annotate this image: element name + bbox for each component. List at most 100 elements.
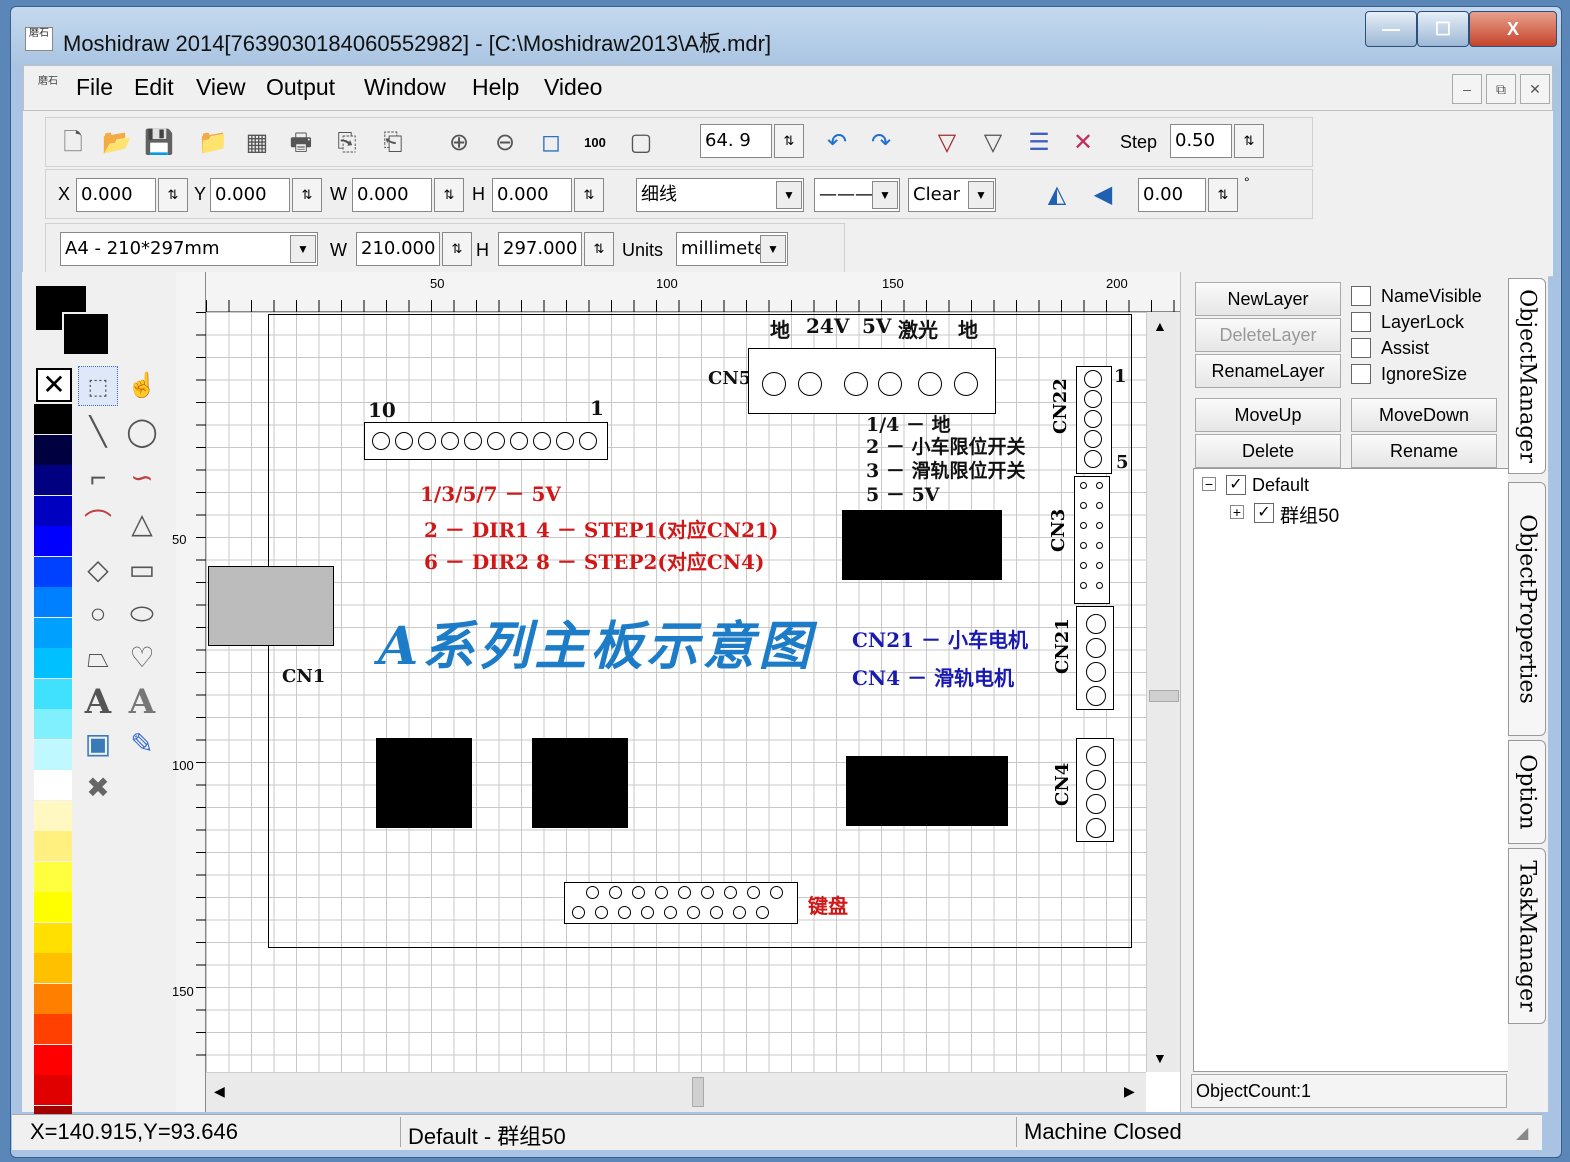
move-down-button[interactable]: MoveDown [1351, 398, 1497, 432]
color-swatch[interactable] [34, 678, 72, 709]
vertical-scrollbar[interactable]: ▲ ▼ [1146, 312, 1180, 1072]
move-up-button[interactable]: MoveUp [1195, 398, 1341, 432]
color-swatch[interactable] [34, 434, 72, 465]
curve-tool-icon[interactable]: ∽ [122, 458, 162, 498]
w-spin-icon[interactable]: ⇅ [434, 178, 464, 212]
angle-input[interactable]: 0.00 [1138, 178, 1206, 212]
rename-layer-button[interactable]: RenameLayer [1195, 354, 1341, 388]
chip-block[interactable] [532, 738, 628, 828]
angle-spin-icon[interactable]: ⇅ [1208, 178, 1238, 212]
menu-file[interactable]: File [76, 74, 113, 101]
chip-block[interactable] [846, 756, 1008, 826]
color-swatch[interactable] [34, 831, 72, 861]
color-swatch[interactable] [34, 587, 72, 617]
print-icon[interactable]: 🖶 [284, 126, 318, 160]
zoom-100-icon[interactable]: 100 [578, 126, 612, 160]
x-input[interactable]: 0.000 [76, 178, 156, 212]
diamond-tool-icon[interactable]: ◇ [78, 550, 118, 590]
color-swatch[interactable] [34, 556, 72, 587]
page-w-input[interactable]: 210.000 [356, 232, 440, 266]
page-h-input[interactable]: 297.000 [498, 232, 582, 266]
select-rect-icon[interactable]: ⬚ [78, 366, 118, 406]
menu-output[interactable]: Output [266, 74, 335, 101]
horizontal-scrollbar[interactable]: ◀ ▶ [206, 1072, 1146, 1112]
page-size-select[interactable]: A4 - 210*297mm [60, 232, 318, 266]
chip-block[interactable] [376, 738, 472, 828]
ignore-size-checkbox[interactable] [1351, 364, 1371, 384]
color-swatch[interactable] [34, 1075, 72, 1105]
tree-layer-default[interactable]: Default [1252, 475, 1309, 496]
redo-icon[interactable]: ↷ [864, 126, 898, 160]
bezier-tool-icon[interactable]: ⌒ [78, 504, 118, 544]
h-input[interactable]: 0.000 [492, 178, 572, 212]
zoom-page-icon[interactable]: ▢ [624, 126, 658, 160]
step-spin-icon[interactable]: ⇅ [1234, 124, 1264, 158]
fill-color-swatch[interactable] [62, 312, 110, 356]
ellipse-tool-icon[interactable]: ⬭ [122, 594, 162, 634]
export-icon[interactable]: ▦ [240, 126, 274, 160]
color-swatch[interactable] [34, 1014, 72, 1044]
layer-visible-checkbox[interactable]: ✓ [1226, 475, 1246, 495]
output-icon[interactable]: ⎘ [330, 126, 364, 160]
w-input[interactable]: 0.000 [352, 178, 432, 212]
drawing-canvas[interactable]: CN1 地 24V 5V 激光 地 CN5 10 1 CN22 1 5 1/4 … [206, 312, 1146, 1072]
text-tool-icon[interactable]: A [78, 682, 118, 722]
color-swatch[interactable] [34, 983, 72, 1014]
collapse-icon[interactable]: − [1202, 477, 1216, 491]
mdi-minimize-button[interactable]: – [1452, 74, 1482, 104]
tab-object-properties[interactable]: ObjectProperties [1508, 482, 1546, 736]
color-swatch[interactable] [34, 465, 72, 495]
color-swatch[interactable] [34, 922, 72, 953]
scroll-right-icon[interactable]: ▶ [1124, 1083, 1135, 1100]
resize-grip-icon[interactable]: ◢ [1516, 1123, 1528, 1143]
zoom-input[interactable]: 64. 9 [700, 124, 772, 158]
v-scroll-thumb[interactable] [1149, 690, 1179, 702]
color-swatch[interactable] [34, 404, 72, 434]
rectangle-tool-icon[interactable]: ▭ [122, 550, 162, 590]
triangle-tool-icon[interactable]: △ [122, 504, 162, 544]
color-swatch[interactable] [34, 709, 72, 739]
image-tool-icon[interactable]: ▣ [78, 724, 118, 764]
arc-tool-icon[interactable]: ◯ [122, 412, 162, 452]
title-bar[interactable]: 磨石 Moshidraw 2014[7639030184060552982] -… [11, 7, 1561, 65]
color-swatch[interactable] [34, 861, 72, 892]
zoom-spin-icon[interactable]: ⇅ [774, 124, 804, 158]
object-visible-checkbox[interactable]: ✓ [1254, 503, 1274, 523]
color-swatch[interactable] [34, 1044, 72, 1075]
h-scroll-thumb[interactable] [692, 1077, 704, 1107]
mdi-close-button[interactable]: ✕ [1520, 74, 1550, 104]
page-h-spin-icon[interactable]: ⇅ [584, 232, 614, 266]
close-button[interactable]: X [1469, 11, 1557, 47]
hatch-icon[interactable]: ☰ [1022, 126, 1056, 160]
minimize-button[interactable]: — [1365, 11, 1417, 47]
menu-view[interactable]: View [196, 74, 245, 101]
cross-hatch-icon[interactable]: ✕ [1066, 126, 1100, 160]
color-swatch[interactable] [34, 953, 72, 983]
zoom-fit-icon[interactable]: ◻ [534, 126, 568, 160]
import-icon[interactable]: 📁 [196, 126, 230, 160]
layer-lock-checkbox[interactable] [1351, 312, 1371, 332]
delete-button[interactable]: Delete [1195, 434, 1341, 468]
x-spin-icon[interactable]: ⇅ [158, 178, 188, 212]
h-spin-icon[interactable]: ⇅ [574, 178, 604, 212]
chip-block[interactable] [842, 510, 1002, 580]
scroll-down-icon[interactable]: ▼ [1153, 1050, 1167, 1066]
color-swatch[interactable] [34, 892, 72, 922]
outline-text-tool-icon[interactable]: A [122, 682, 162, 722]
color-swatch[interactable] [34, 495, 72, 526]
save-icon[interactable]: 💾 [142, 126, 176, 160]
new-layer-button[interactable]: NewLayer [1195, 282, 1341, 316]
output2-icon[interactable]: ⎗ [376, 126, 410, 160]
y-spin-icon[interactable]: ⇅ [292, 178, 322, 212]
mirror-horizontal-icon[interactable]: ◭ [1040, 178, 1074, 212]
maximize-button[interactable]: ☐ [1417, 11, 1469, 47]
chevron-down-icon[interactable]: ▼ [290, 235, 316, 263]
line-tool-icon[interactable]: ╲ [78, 412, 118, 452]
menu-help[interactable]: Help [472, 74, 519, 101]
chevron-down-icon[interactable]: ▼ [968, 181, 994, 209]
engrave-icon[interactable]: ▽ [930, 126, 964, 160]
rename-button[interactable]: Rename [1351, 434, 1497, 468]
cn1-block[interactable] [208, 566, 334, 646]
color-swatch[interactable] [34, 526, 72, 556]
color-swatch[interactable] [34, 617, 72, 648]
